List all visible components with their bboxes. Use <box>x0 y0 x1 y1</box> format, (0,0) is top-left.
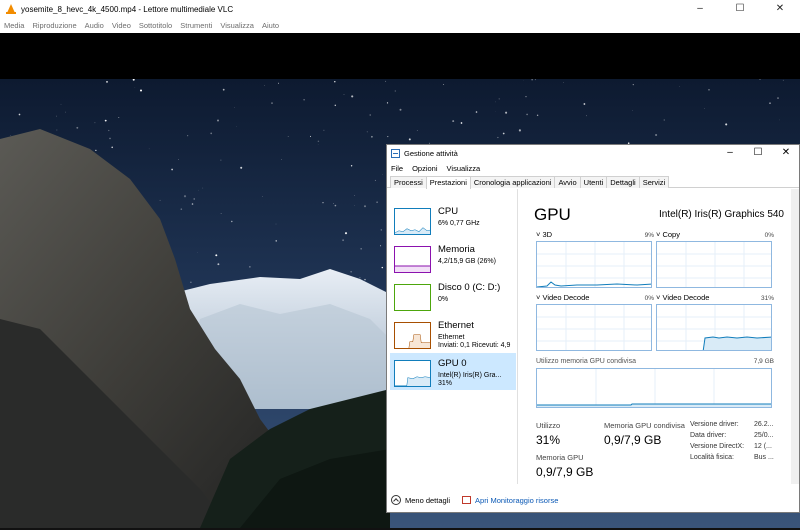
resource-detail-2: Inviati: 0,1 Ricevuti: 4,9 <box>438 342 511 349</box>
tm-tabs: Processi Prestazioni Cronologia applicaz… <box>387 176 799 189</box>
tm-scrollbar[interactable] <box>791 189 799 484</box>
graph-videodecode2-selector[interactable]: ˅ Video Decode <box>656 293 709 302</box>
resource-gpu0[interactable]: GPU 0 Intel(R) Iris(R) Gra... 31% <box>390 353 516 390</box>
graph-copy-selector[interactable]: ˅ Copy <box>656 230 680 239</box>
shared-gpu-memory-label: Memoria GPU condivisa <box>604 421 685 430</box>
menu-sottotitolo[interactable]: Sottotitolo <box>139 21 172 30</box>
menu-riproduzione[interactable]: Riproduzione <box>32 21 76 30</box>
vlc-title-bar: yosemite_8_hevc_4k_4500.mp4 - Lettore mu… <box>0 0 800 18</box>
resource-name: Disco 0 (C: D:) <box>438 282 501 293</box>
driver-version-value: 26.2... <box>754 421 774 428</box>
tm-window-title: Gestione attività <box>404 148 458 158</box>
tm-close-button[interactable]: ✕ <box>773 145 799 161</box>
ethernet-thumbnail <box>394 322 431 349</box>
gpu-memory-value: 0,9/7,9 GB <box>536 465 594 479</box>
directx-version-key: Versione DirectX: <box>690 443 745 450</box>
maximize-button[interactable]: ☐ <box>720 0 760 18</box>
graph-videodecode1-selector[interactable]: ˅ Video Decode <box>536 293 589 302</box>
graph-copy-pct: 0% <box>764 232 774 239</box>
chevron-up-icon <box>391 495 401 505</box>
resource-list: CPU 6% 0,77 GHz Memoria 4,2/15,9 GB (26%… <box>387 189 518 484</box>
tab-avvio[interactable]: Avvio <box>554 176 581 188</box>
graph-3d-pct: 9% <box>644 232 654 239</box>
close-button[interactable]: ✕ <box>760 0 800 18</box>
resource-ethernet[interactable]: Ethernet Ethernet Inviati: 0,1 Ricevuti:… <box>390 315 516 352</box>
graph-copy-label: Copy <box>662 230 680 239</box>
resource-detail: 0% <box>438 296 449 303</box>
disk-thumbnail <box>394 284 431 311</box>
task-manager-window: Gestione attività – ☐ ✕ File Opzioni Vis… <box>386 144 800 513</box>
shared-memory-label: Utilizzo memoria GPU condivisa <box>536 358 636 365</box>
resource-cpu[interactable]: CPU 6% 0,77 GHz <box>390 201 516 238</box>
resource-disco[interactable]: Disco 0 (C: D:) 0% <box>390 277 516 314</box>
gpu-heading: GPU <box>534 205 571 224</box>
resource-detail: Ethernet <box>438 334 465 341</box>
minimize-button[interactable]: – <box>680 0 720 18</box>
resource-monitor-icon <box>462 496 472 504</box>
graph-3d-label: 3D <box>542 230 553 239</box>
vlc-menu-bar: Media Riproduzione Audio Video Sottotito… <box>0 18 800 33</box>
vlc-cone-icon <box>6 4 16 14</box>
tab-utenti[interactable]: Utenti <box>579 176 608 188</box>
tm-menu-bar: File Opzioni Visualizza <box>387 161 799 176</box>
gpu-memory-label: Memoria GPU <box>536 453 584 462</box>
menu-strumenti[interactable]: Strumenti <box>180 21 212 30</box>
resource-detail: 4,2/15,9 GB (26%) <box>438 258 496 265</box>
gpu-thumbnail <box>394 360 431 387</box>
driver-version-key: Versione driver: <box>690 421 739 428</box>
tm-maximize-button[interactable]: ☐ <box>745 145 771 161</box>
utilization-label: Utilizzo <box>536 421 561 430</box>
menu-visualizza[interactable]: Visualizza <box>220 21 254 30</box>
resource-name: CPU <box>438 206 459 217</box>
driver-date-value: 25/0... <box>754 432 774 439</box>
tm-menu-file[interactable]: File <box>391 164 403 173</box>
graph-videodecode1-label: Video Decode <box>542 293 590 302</box>
tm-menu-opzioni[interactable]: Opzioni <box>412 164 437 173</box>
tab-prestazioni[interactable]: Prestazioni <box>425 176 471 189</box>
graph-3d <box>536 241 652 288</box>
menu-audio[interactable]: Audio <box>85 21 104 30</box>
graph-videodecode1 <box>536 304 652 351</box>
directx-version-value: 12 (... <box>754 443 772 450</box>
less-details-link[interactable]: Meno dettagli <box>405 496 450 505</box>
resource-name: Memoria <box>438 244 475 255</box>
graph-shared-memory <box>536 368 772 408</box>
menu-aiuto[interactable]: Aiuto <box>262 21 279 30</box>
task-manager-icon <box>391 148 400 158</box>
tab-dettagli[interactable]: Dettagli <box>606 176 640 188</box>
graph-videodecode2-label: Video Decode <box>662 293 710 302</box>
menu-media[interactable]: Media <box>4 21 24 30</box>
tab-processi[interactable]: Processi <box>390 176 427 188</box>
resource-name: GPU 0 <box>438 358 467 369</box>
tm-footer: Meno dettagli Apri Monitoraggio risorse <box>387 489 799 511</box>
tab-cronologia[interactable]: Cronologia applicazioni <box>469 176 556 188</box>
tm-title-bar: Gestione attività – ☐ ✕ <box>387 145 799 161</box>
cpu-thumbnail <box>394 208 431 235</box>
shared-memory-max: 7,9 GB <box>753 358 774 365</box>
physical-location-key: Località fisica: <box>690 454 734 461</box>
graph-3d-selector[interactable]: ˅ 3D <box>536 230 552 239</box>
driver-date-key: Data driver: <box>690 432 727 439</box>
resource-memoria[interactable]: Memoria 4,2/15,9 GB (26%) <box>390 239 516 276</box>
shared-gpu-memory-value: 0,9/7,9 GB <box>604 433 662 447</box>
tm-menu-visualizza[interactable]: Visualizza <box>447 164 481 173</box>
gpu-model-name: Intel(R) Iris(R) Graphics 540 <box>658 209 784 220</box>
resource-detail-2: 31% <box>438 380 453 387</box>
vlc-window-title: yosemite_8_hevc_4k_4500.mp4 - Lettore mu… <box>21 4 234 14</box>
resource-detail: 6% 0,77 GHz <box>438 220 480 227</box>
resource-name: Ethernet <box>438 320 474 331</box>
graph-copy <box>656 241 772 288</box>
gpu-detail-panel: GPU Intel(R) Iris(R) Graphics 540 ˅ 3D 9… <box>528 189 800 484</box>
resource-detail: Intel(R) Iris(R) Gra... <box>438 372 502 379</box>
tm-minimize-button[interactable]: – <box>717 145 743 161</box>
utilization-value: 31% <box>536 433 561 447</box>
graph-videodecode1-pct: 0% <box>644 295 654 302</box>
graph-videodecode2 <box>656 304 772 351</box>
menu-video[interactable]: Video <box>112 21 131 30</box>
tab-servizi[interactable]: Servizi <box>638 176 670 188</box>
physical-location-value: Bus ... <box>754 454 774 461</box>
memory-thumbnail <box>394 246 431 273</box>
graph-videodecode2-pct: 31% <box>760 295 774 302</box>
open-resource-monitor-link[interactable]: Apri Monitoraggio risorse <box>475 496 558 505</box>
